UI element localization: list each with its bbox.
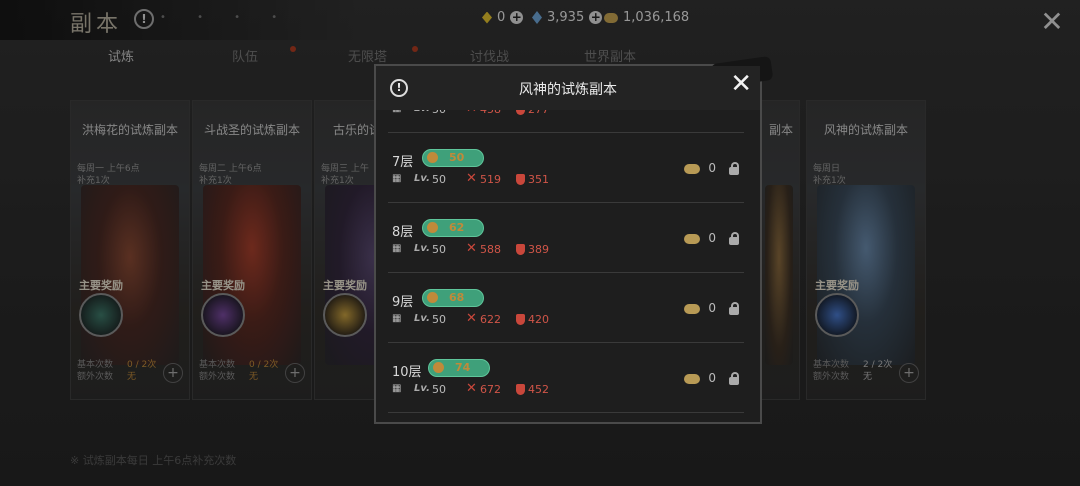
power-badge: 62 <box>422 219 484 237</box>
lock-icon <box>728 232 740 246</box>
attack-icon: ✕ <box>466 110 477 116</box>
floor-row[interactable]: 7层 50 ▦ Lv. 50 ✕ 519 351 0 <box>388 134 744 203</box>
attack-icon: ✕ <box>466 311 477 326</box>
close-modal-button[interactable]: ✕ <box>730 70 752 98</box>
power-badge: 68 <box>422 289 484 307</box>
level-value: 50 <box>432 313 446 326</box>
reward-value: 0 <box>708 371 716 385</box>
modal-header: ! 风神的试炼副本 ✕ <box>376 66 760 110</box>
level-value: 50 <box>432 383 446 396</box>
attack-icon: ✕ <box>466 381 477 396</box>
level-icon: ▦ <box>392 383 402 394</box>
modal-title: 风神的试炼副本 <box>519 82 617 98</box>
lv-label: Lv. <box>414 173 430 184</box>
defense-value: 277 <box>528 110 549 116</box>
level-value: 50 <box>432 173 446 186</box>
reward-coin-icon <box>684 234 700 244</box>
floor-row[interactable]: 8层 62 ▦ Lv. 50 ✕ 588 389 0 <box>388 204 744 273</box>
floor-list[interactable]: ▦ Lv. 50 ✕ 458 277 7层 50 ▦ Lv. 50 ✕ 519 … <box>376 110 760 416</box>
power-badge: 74 <box>428 359 490 377</box>
lv-label: Lv. <box>414 313 430 324</box>
defense-value: 351 <box>528 173 549 186</box>
lock-icon <box>728 302 740 316</box>
reward-value: 0 <box>708 231 716 245</box>
attack-value: 519 <box>480 173 501 186</box>
floor-label: 7层 <box>392 155 414 170</box>
floor-row[interactable]: 9层 68 ▦ Lv. 50 ✕ 622 420 0 <box>388 274 744 343</box>
defense-value: 452 <box>528 383 549 396</box>
floor-row[interactable]: 10层 74 ▦ Lv. 50 ✕ 672 452 0 <box>388 344 744 413</box>
defense-value: 420 <box>528 313 549 326</box>
lock-icon <box>728 162 740 176</box>
power-icon <box>427 152 438 163</box>
power-icon <box>427 292 438 303</box>
level-value: 50 <box>432 110 446 116</box>
attack-value: 588 <box>480 243 501 256</box>
level-icon: ▦ <box>392 173 402 184</box>
defense-value: 389 <box>528 243 549 256</box>
reward-value: 0 <box>708 161 716 175</box>
reward-coin-icon <box>684 374 700 384</box>
power-value: 50 <box>449 151 465 164</box>
defense-icon <box>516 314 525 325</box>
lock-icon <box>728 372 740 386</box>
defense-icon <box>516 384 525 395</box>
defense-icon <box>516 110 525 115</box>
power-icon <box>433 362 444 373</box>
power-value: 74 <box>455 361 471 374</box>
floor-label: 8层 <box>392 225 414 240</box>
lv-label: Lv. <box>414 383 430 394</box>
attack-value: 458 <box>480 110 501 116</box>
reward-coin-icon <box>684 164 700 174</box>
level-icon: ▦ <box>392 313 402 324</box>
level-icon: ▦ <box>392 110 401 114</box>
level-value: 50 <box>432 243 446 256</box>
power-badge: 50 <box>422 149 484 167</box>
floor-row[interactable]: ▦ Lv. 50 ✕ 458 277 <box>388 110 744 133</box>
attack-icon: ✕ <box>466 171 477 186</box>
reward-value: 0 <box>708 301 716 315</box>
lv-label: Lv. <box>414 110 430 114</box>
reward-coin-icon <box>684 304 700 314</box>
attack-icon: ✕ <box>466 241 477 256</box>
floor-label: 9层 <box>392 295 414 310</box>
level-icon: ▦ <box>392 243 402 254</box>
floor-list-modal: ! 风神的试炼副本 ✕ ▦ Lv. 50 ✕ 458 277 7层 50 ▦ L… <box>374 55 774 424</box>
defense-icon <box>516 244 525 255</box>
attack-value: 672 <box>480 383 501 396</box>
lv-label: Lv. <box>414 243 430 254</box>
power-value: 68 <box>449 291 465 304</box>
floor-label: 10层 <box>392 365 422 380</box>
attack-value: 622 <box>480 313 501 326</box>
power-value: 62 <box>449 221 465 234</box>
defense-icon <box>516 174 525 185</box>
power-icon <box>427 222 438 233</box>
